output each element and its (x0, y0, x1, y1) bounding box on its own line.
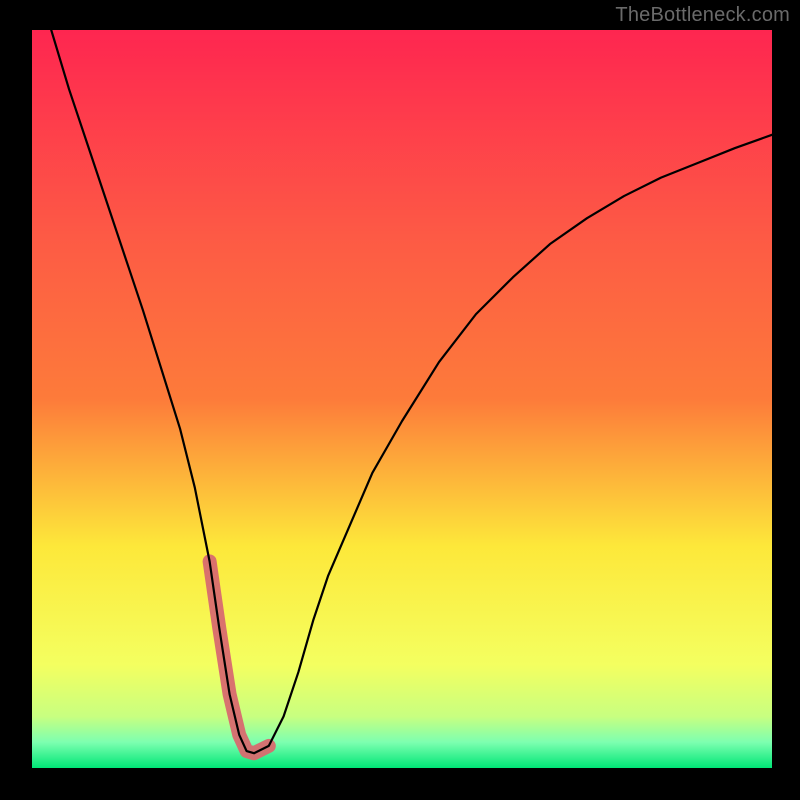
plot-background (32, 30, 772, 768)
chart-canvas: TheBottleneck.com (0, 0, 800, 800)
chart-svg (0, 0, 800, 800)
